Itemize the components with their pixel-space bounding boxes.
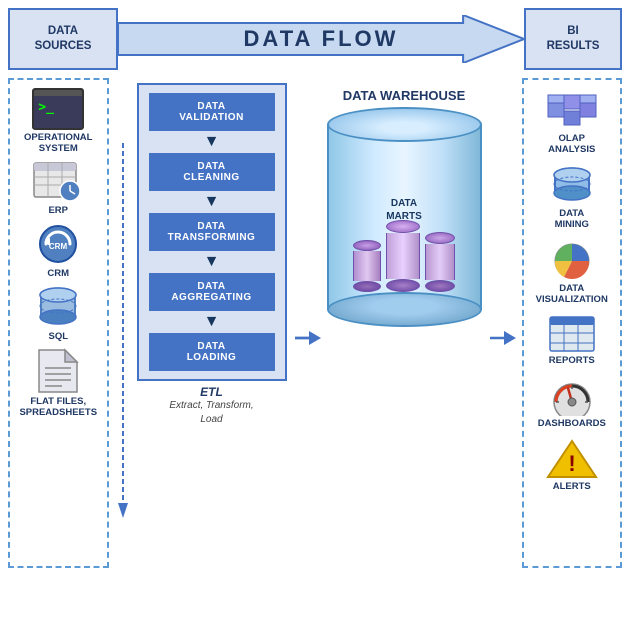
source-flatfiles: FLAT FILES,SPREADSHEETS xyxy=(14,348,103,419)
wh-cylinder-bottom xyxy=(327,292,482,327)
source-crm: CRM CRM xyxy=(14,222,103,279)
data-marts-label: DATA MARTS xyxy=(386,197,422,223)
arrow-2: ▼ xyxy=(149,194,275,210)
etl-footer: ETL Extract, Transform,Load xyxy=(169,385,253,427)
data-mining-icon xyxy=(546,166,598,206)
data-marts-group xyxy=(353,220,455,292)
olap-label: OLAPANALYSIS xyxy=(548,133,595,156)
etl-column: DATAVALIDATION ▼ DATACLEANING ▼ DATATRAN… xyxy=(137,83,287,427)
arrow-1: ▼ xyxy=(149,134,275,150)
etl-title: ETL xyxy=(169,385,253,399)
etl-step-aggregating: DATAAGGREGATING xyxy=(149,273,275,311)
etl-step-cleaning: DATACLEANING xyxy=(149,153,275,191)
etl-steps-box: DATAVALIDATION ▼ DATACLEANING ▼ DATATRAN… xyxy=(137,83,287,381)
sql-label: SQL xyxy=(48,331,68,342)
alerts-icon: ! xyxy=(546,439,598,479)
source-erp: ERP xyxy=(14,161,103,216)
crm-label: CRM xyxy=(47,268,69,279)
bi-alerts: ! ALERTS xyxy=(528,436,617,495)
data-mining-label: DATAMINING xyxy=(555,208,589,231)
etl-subtitle: Extract, Transform,Load xyxy=(169,399,253,427)
etl-step-validation: DATAVALIDATION xyxy=(149,93,275,131)
crm-icon: CRM xyxy=(32,222,84,266)
dw-title: DATA WAREHOUSE xyxy=(343,88,466,103)
main-diagram: DATA SOURCES DATA FLOW BI RESULTS > xyxy=(0,0,630,576)
bi-reports: REPORTS xyxy=(528,312,617,369)
reports-label: REPORTS xyxy=(549,355,595,366)
data-sources-header: DATA SOURCES xyxy=(8,8,118,70)
svg-text:!: ! xyxy=(568,451,575,476)
flat-files-icon xyxy=(37,348,79,394)
etl-step-loading: DATALOADING xyxy=(149,333,275,371)
erp-label: ERP xyxy=(48,205,68,216)
bi-datamining: DATAMINING xyxy=(528,163,617,234)
etl-to-dw-arrow xyxy=(291,78,323,568)
bi-olap: OLAPANALYSIS xyxy=(528,88,617,159)
dashboards-label: DASHBOARDS xyxy=(538,418,606,429)
arrow-3: ▼ xyxy=(149,254,275,270)
bi-results-header: BI RESULTS xyxy=(524,8,622,70)
warehouse-cylinder: DATA MARTS xyxy=(327,107,482,327)
operational-system-label: OPERATIONALSYSTEM xyxy=(24,132,92,155)
dashboards-icon xyxy=(546,376,598,416)
reports-icon xyxy=(546,315,598,353)
source-operational: >_ OPERATIONALSYSTEM xyxy=(14,88,103,155)
data-warehouse-column: DATA WAREHOUSE DATA MARTS xyxy=(327,88,482,327)
operational-system-icon: >_ xyxy=(32,88,84,130)
data-flow-label: DATA FLOW xyxy=(244,26,399,52)
olap-icon xyxy=(546,91,598,131)
visualization-label: DATAVISUALIZATION xyxy=(536,283,608,306)
mart-left xyxy=(353,240,381,292)
mart-right xyxy=(425,232,455,292)
data-sources-column: >_ OPERATIONALSYSTEM xyxy=(8,78,109,568)
alerts-label: ALERTS xyxy=(553,481,591,492)
flat-files-label: FLAT FILES,SPREADSHEETS xyxy=(19,396,97,419)
arrow-4: ▼ xyxy=(149,314,275,330)
mart-center xyxy=(386,220,420,292)
bi-results-column: OLAPANALYSIS DATAMINING xyxy=(522,78,623,568)
data-flow-arrow: DATA FLOW xyxy=(118,15,524,63)
svg-text:CRM: CRM xyxy=(49,242,68,251)
etl-step-transforming: DATATRANSFORMING xyxy=(149,213,275,251)
wh-cylinder-top xyxy=(327,107,482,142)
erp-icon xyxy=(32,161,84,203)
sql-icon xyxy=(34,285,82,329)
src-to-etl-arrow xyxy=(113,78,133,568)
bi-visualization: DATAVISUALIZATION xyxy=(528,238,617,309)
source-sql: SQL xyxy=(14,285,103,342)
visualization-icon xyxy=(546,241,598,281)
dw-to-bi-arrow xyxy=(486,78,518,568)
bi-dashboards: DASHBOARDS xyxy=(528,373,617,432)
